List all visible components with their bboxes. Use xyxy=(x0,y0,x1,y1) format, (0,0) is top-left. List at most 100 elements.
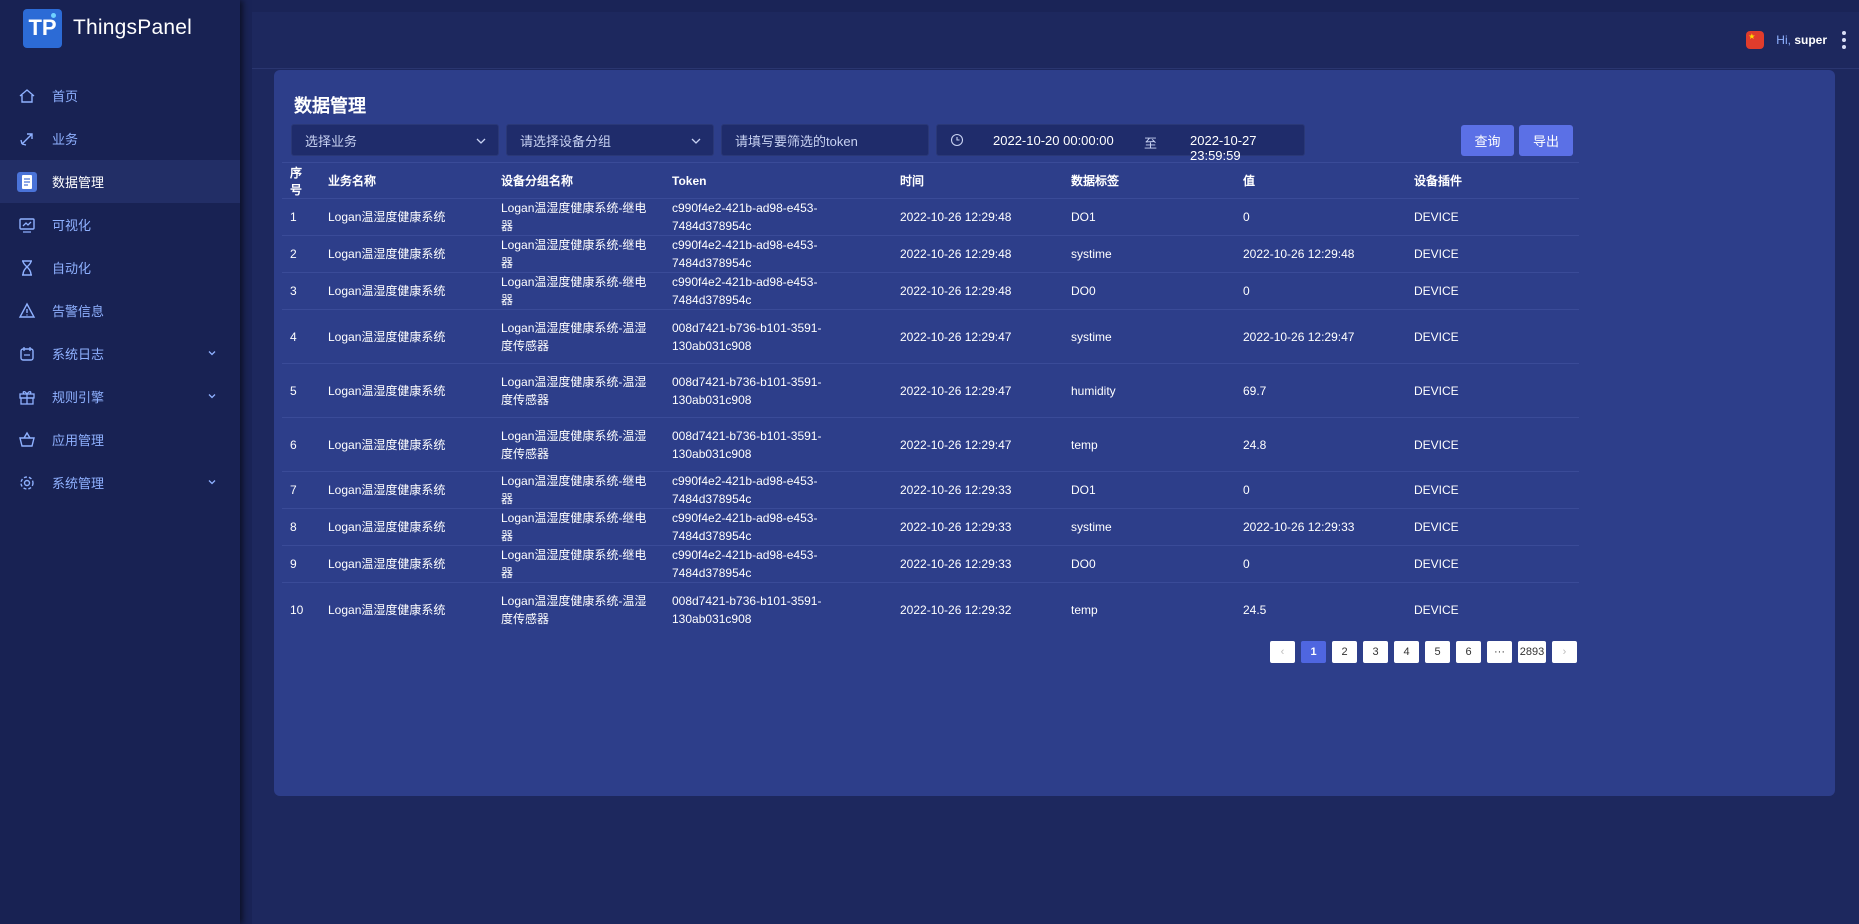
user-greeting[interactable]: Hi, super xyxy=(1776,33,1827,47)
hourglass-icon xyxy=(17,258,37,278)
sidebar-item-4[interactable]: 自动化 xyxy=(0,246,240,289)
table-cell: Logan温湿度健康系统-继电器 xyxy=(493,471,664,509)
sidebar-item-7[interactable]: 规则引擎 xyxy=(0,375,240,418)
table-cell: 24.5 xyxy=(1235,582,1406,637)
table-cell: DEVICE xyxy=(1406,471,1579,509)
table-cell: 2022-10-26 12:29:48 xyxy=(892,272,1063,310)
table-cell: Logan温湿度健康系统-继电器 xyxy=(493,235,664,273)
date-end[interactable]: 2022-10-27 23:59:59 xyxy=(1190,133,1304,163)
sidebar-item-3[interactable]: 可视化 xyxy=(0,203,240,246)
table-cell: DEVICE xyxy=(1406,582,1579,637)
table-row[interactable]: 1 Logan温湿度健康系统 Logan温湿度健康系统-继电器 c990f4e2-42… xyxy=(282,198,1579,236)
page-2-button[interactable]: 2 xyxy=(1332,641,1357,663)
table-cell: DEVICE xyxy=(1406,363,1579,418)
table-row[interactable]: 4 Logan温湿度健康系统 Logan温湿度健康系统-温湿度传感器 008d7421… xyxy=(282,309,1579,364)
sidebar-item-5[interactable]: 告警信息 xyxy=(0,289,240,332)
table-cell: 2022-10-26 12:29:48 xyxy=(892,198,1063,236)
table-cell: Logan温湿度健康系统-继电器 xyxy=(493,272,664,310)
table-cell: Logan温湿度健康系统 xyxy=(320,198,493,236)
date-range-picker[interactable]: 2022-10-20 00:00:00 至 2022-10-27 23:59:5… xyxy=(936,124,1305,163)
table-cell: Logan温湿度健康系统 xyxy=(320,363,493,418)
table-cell: 2022-10-26 12:29:48 xyxy=(1235,235,1406,273)
sidebar-item-label: 自动化 xyxy=(52,261,92,276)
china-flag-icon[interactable] xyxy=(1746,31,1765,49)
table-cell: 1 xyxy=(282,198,320,236)
table-cell: 9 xyxy=(282,545,320,583)
table-row[interactable]: 3 Logan温湿度健康系统 Logan温湿度健康系统-继电器 c990f4e2-42… xyxy=(282,272,1579,310)
page-6-button[interactable]: 6 xyxy=(1456,641,1481,663)
table-cell: 008d7421-b736-b101-3591-130ab031c908 xyxy=(664,363,892,418)
page-4-button[interactable]: 4 xyxy=(1394,641,1419,663)
next-page-button[interactable]: › xyxy=(1552,641,1577,663)
table-cell: DO1 xyxy=(1063,198,1235,236)
more-menu-icon[interactable] xyxy=(1841,31,1847,49)
sidebar-item-8[interactable]: 应用管理 xyxy=(0,418,240,461)
table-cell: 0 xyxy=(1235,198,1406,236)
sidebar-item-label: 数据管理 xyxy=(52,175,105,190)
brand[interactable]: TP ThingsPanel xyxy=(0,0,240,56)
log-icon xyxy=(17,344,37,364)
sidebar-item-9[interactable]: 系统管理 xyxy=(0,461,240,504)
last-page-button[interactable]: 2893 xyxy=(1518,641,1546,663)
table-row[interactable]: 6 Logan温湿度健康系统 Logan温湿度健康系统-温湿度传感器 008d7421… xyxy=(282,417,1579,472)
table-row[interactable]: 5 Logan温湿度健康系统 Logan温湿度健康系统-温湿度传感器 008d7421… xyxy=(282,363,1579,418)
table-cell: 2022-10-26 12:29:47 xyxy=(892,363,1063,418)
table-cell: DEVICE xyxy=(1406,235,1579,273)
data-doc-icon xyxy=(17,171,37,192)
home-icon xyxy=(17,86,37,106)
export-button[interactable]: 导出 xyxy=(1519,125,1573,156)
sidebar: TP ThingsPanel 首页 业务数据管理可视化自动化告警信息系统日志规则引… xyxy=(0,0,240,924)
table-cell: c990f4e2-421b-ad98-e453-7484d378954c xyxy=(664,235,892,273)
rocket-icon xyxy=(17,129,37,149)
table-cell: 2022-10-26 12:29:47 xyxy=(1235,309,1406,364)
page-5-button[interactable]: 5 xyxy=(1425,641,1450,663)
table-row[interactable]: 2 Logan温湿度健康系统 Logan温湿度健康系统-继电器 c990f4e2-42… xyxy=(282,235,1579,273)
date-separator: 至 xyxy=(1144,136,1158,151)
pagination: ‹ 1 2 3 4 5 6 ··· 2893 › xyxy=(1270,641,1577,663)
sidebar-item-label: 系统日志 xyxy=(52,347,105,362)
main-content: Hi, super 数据管理 选择业务 请选择设备分组 请填写要筛选的token… xyxy=(252,12,1859,924)
table-cell: Logan温湿度健康系统-继电器 xyxy=(493,508,664,546)
table-cell: systime xyxy=(1063,309,1235,364)
table-cell: 6 xyxy=(282,417,320,472)
table-row[interactable]: 8 Logan温湿度健康系统 Logan温湿度健康系统-继电器 c990f4e2-42… xyxy=(282,508,1579,546)
app-logo: TP xyxy=(23,8,62,48)
business-select-placeholder: 选择业务 xyxy=(305,133,358,149)
page-3-button[interactable]: 3 xyxy=(1363,641,1388,663)
clock-icon xyxy=(950,133,964,147)
warning-icon xyxy=(17,301,37,321)
business-select[interactable]: 选择业务 xyxy=(291,124,499,156)
table-cell: 2022-10-26 12:29:47 xyxy=(892,417,1063,472)
table-cell: 008d7421-b736-b101-3591-130ab031c908 xyxy=(664,417,892,472)
query-button[interactable]: 查询 xyxy=(1461,125,1514,156)
sidebar-item-2[interactable]: 数据管理 xyxy=(0,160,240,203)
sidebar-item-label: 系统管理 xyxy=(52,476,105,491)
device-group-placeholder: 请选择设备分组 xyxy=(520,133,612,149)
sidebar-item-0[interactable]: 首页 xyxy=(0,74,240,117)
sidebar-item-6[interactable]: 系统日志 xyxy=(0,332,240,375)
table-cell: c990f4e2-421b-ad98-e453-7484d378954c xyxy=(664,545,892,583)
table-cell: Logan温湿度健康系统 xyxy=(320,417,493,472)
monitor-icon xyxy=(17,215,37,235)
page-1-button[interactable]: 1 xyxy=(1301,641,1326,663)
table-cell: 69.7 xyxy=(1235,363,1406,418)
table-cell: 2022-10-26 12:29:33 xyxy=(892,471,1063,509)
prev-page-button[interactable]: ‹ xyxy=(1270,641,1295,663)
page-ellipsis[interactable]: ··· xyxy=(1487,641,1512,663)
table-cell: humidity xyxy=(1063,363,1235,418)
table-row[interactable]: 9 Logan温湿度健康系统 Logan温湿度健康系统-继电器 c990f4e2-42… xyxy=(282,545,1579,583)
token-input[interactable]: 请填写要筛选的token xyxy=(721,124,929,156)
sidebar-item-1[interactable]: 业务 xyxy=(0,117,240,160)
table-row[interactable]: 7 Logan温湿度健康系统 Logan温湿度健康系统-继电器 c990f4e2-42… xyxy=(282,471,1579,509)
table-cell: Logan温湿度健康系统 xyxy=(320,508,493,546)
table-row[interactable]: 10 Logan温湿度健康系统 Logan温湿度健康系统-温湿度传感器 008d742… xyxy=(282,582,1579,637)
gift-icon xyxy=(17,387,37,407)
table-cell: temp xyxy=(1063,582,1235,637)
table-cell: 0 xyxy=(1235,471,1406,509)
table-cell: Logan温湿度健康系统-继电器 xyxy=(493,198,664,236)
table-cell: Logan温湿度健康系统 xyxy=(320,471,493,509)
device-group-select[interactable]: 请选择设备分组 xyxy=(506,124,714,156)
column-header: 设备插件 xyxy=(1406,162,1579,199)
table-cell: Logan温湿度健康系统-温湿度传感器 xyxy=(493,363,664,418)
date-start[interactable]: 2022-10-20 00:00:00 xyxy=(993,133,1114,148)
